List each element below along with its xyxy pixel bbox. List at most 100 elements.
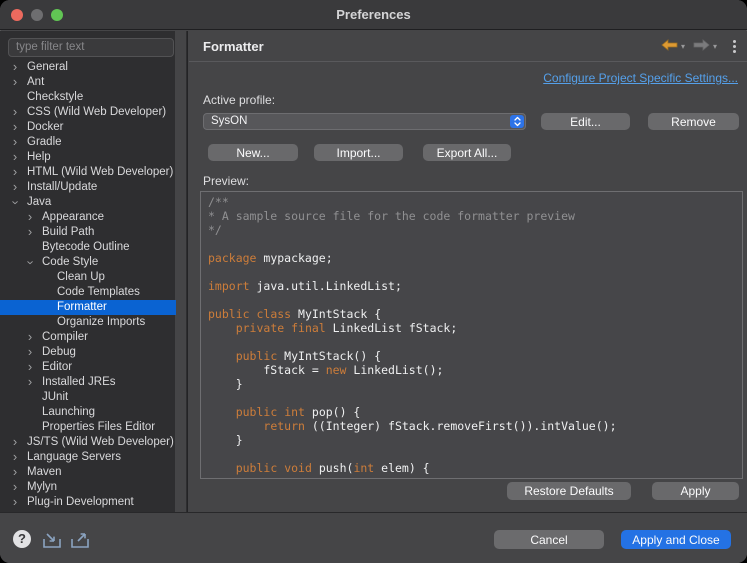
cancel-button[interactable]: Cancel xyxy=(494,530,604,549)
chevron-collapsed-icon[interactable]: › xyxy=(9,480,21,495)
chevron-collapsed-icon[interactable]: › xyxy=(9,60,21,75)
chevron-expanded-icon[interactable]: › xyxy=(23,257,39,269)
help-icon[interactable]: ? xyxy=(13,530,31,548)
sidebar-item-help[interactable]: › Help xyxy=(0,150,176,165)
active-profile-select[interactable]: SysON xyxy=(203,113,526,130)
code-line: public class MyIntStack { xyxy=(208,307,382,321)
active-profile-value: SysON xyxy=(211,115,248,127)
back-arrow-icon[interactable] xyxy=(661,38,678,56)
sidebar-item-docker[interactable]: › Docker xyxy=(0,120,176,135)
chevron-collapsed-icon[interactable]: › xyxy=(9,180,21,195)
apply-and-close-button[interactable]: Apply and Close xyxy=(621,530,731,549)
sidebar-item-clean-up[interactable]: Clean Up xyxy=(0,270,176,285)
sidebar-item-code-templates[interactable]: Code Templates xyxy=(0,285,176,300)
chevron-collapsed-icon[interactable]: › xyxy=(9,135,21,150)
sidebar-item-label: General xyxy=(27,61,68,73)
forward-arrow-icon[interactable] xyxy=(693,38,710,56)
sidebar-item-java[interactable]: › Java xyxy=(0,195,176,210)
chevron-collapsed-icon[interactable]: › xyxy=(24,345,36,360)
code-line: private final LinkedList fStack; xyxy=(235,321,458,335)
chevron-collapsed-icon[interactable]: › xyxy=(9,465,21,480)
code-line: fStack = new LinkedList(); xyxy=(208,363,444,377)
back-history-dropdown-icon[interactable]: ▾ xyxy=(681,42,685,51)
chevron-collapsed-icon[interactable]: › xyxy=(9,150,21,165)
chevron-expanded-icon[interactable]: › xyxy=(8,197,24,209)
sidebar-item-general[interactable]: › General xyxy=(0,60,176,75)
sidebar-item-organize-imports[interactable]: Organize Imports xyxy=(0,315,176,330)
sidebar-item-label: Gradle xyxy=(27,136,62,148)
sidebar-item-compiler[interactable]: › Compiler xyxy=(0,330,176,345)
export-preferences-icon[interactable] xyxy=(69,532,91,554)
chevron-collapsed-icon[interactable]: › xyxy=(24,360,36,375)
sidebar-item-label: Formatter xyxy=(57,301,107,313)
sidebar-scroll-gutter xyxy=(175,31,186,512)
sidebar-item-installed-jres[interactable]: › Installed JREs xyxy=(0,375,176,390)
sidebar-item-mylyn[interactable]: › Mylyn xyxy=(0,480,176,495)
configure-project-specific-settings-link[interactable]: Configure Project Specific Settings... xyxy=(543,71,738,85)
sidebar-item-checkstyle[interactable]: Checkstyle xyxy=(0,90,176,105)
sidebar-item-install-update[interactable]: › Install/Update xyxy=(0,180,176,195)
import-button[interactable]: Import... xyxy=(314,144,403,161)
import-preferences-icon[interactable] xyxy=(41,532,63,554)
sidebar-item-editor[interactable]: › Editor xyxy=(0,360,176,375)
export-all-button[interactable]: Export All... xyxy=(423,144,511,161)
chevron-collapsed-icon[interactable]: › xyxy=(9,75,21,90)
sidebar-item-launching[interactable]: Launching xyxy=(0,405,176,420)
sidebar-item-js-ts-wild-web-developer-[interactable]: › JS/TS (Wild Web Developer) xyxy=(0,435,176,450)
sidebar-item-label: Language Servers xyxy=(27,451,121,463)
chevron-collapsed-icon[interactable]: › xyxy=(9,165,21,180)
apply-button[interactable]: Apply xyxy=(652,482,739,500)
chevron-collapsed-icon[interactable]: › xyxy=(24,225,36,240)
preview-box: /** * A sample source file for the code f… xyxy=(200,191,743,479)
sidebar-item-label: Properties Files Editor xyxy=(42,421,156,433)
chevron-collapsed-icon[interactable]: › xyxy=(9,435,21,450)
sidebar-item-code-style[interactable]: › Code Style xyxy=(0,255,176,270)
sidebar-item-label: Organize Imports xyxy=(57,316,146,328)
sidebar-item-language-servers[interactable]: › Language Servers xyxy=(0,450,176,465)
edit-button[interactable]: Edit... xyxy=(541,113,630,130)
chevron-collapsed-icon[interactable]: › xyxy=(9,495,21,510)
sidebar-item-plug-in-development[interactable]: › Plug-in Development xyxy=(0,495,176,510)
chevron-collapsed-icon[interactable]: › xyxy=(9,105,21,120)
sidebar-item-label: Code Templates xyxy=(57,286,140,298)
sidebar-item-ant[interactable]: › Ant xyxy=(0,75,176,90)
preferences-window: Preferences › General › Ant Checkstyle › CSS (… xyxy=(0,0,747,563)
chevron-collapsed-icon[interactable]: › xyxy=(24,375,36,390)
sidebar-item-label: JS/TS (Wild Web Developer) xyxy=(27,436,174,448)
sidebar-item-label: CSS (Wild Web Developer) xyxy=(27,106,167,118)
code-line: public int pop() { xyxy=(235,405,361,419)
restore-defaults-button[interactable]: Restore Defaults xyxy=(507,482,631,500)
remove-button[interactable]: Remove xyxy=(648,113,739,130)
sidebar-item-properties-files-editor[interactable]: Properties Files Editor xyxy=(0,420,176,435)
active-profile-label: Active profile: xyxy=(203,93,276,107)
sidebar-item-bytecode-outline[interactable]: Bytecode Outline xyxy=(0,240,176,255)
sidebar-item-appearance[interactable]: › Appearance xyxy=(0,210,176,225)
sidebar-item-debug[interactable]: › Debug xyxy=(0,345,176,360)
sidebar-item-gradle[interactable]: › Gradle xyxy=(0,135,176,150)
sidebar-item-html-wild-web-developer-[interactable]: › HTML (Wild Web Developer) xyxy=(0,165,176,180)
sidebar: › General › Ant Checkstyle › CSS (Wild Web Dev… xyxy=(0,31,188,512)
sidebar-item-build-path[interactable]: › Build Path xyxy=(0,225,176,240)
new-button[interactable]: New... xyxy=(208,144,298,161)
code-line: import java.util.LinkedList; xyxy=(208,279,402,293)
filter-input[interactable] xyxy=(8,37,174,57)
preferences-tree: › General › Ant Checkstyle › CSS (Wild Web Dev… xyxy=(0,60,176,510)
sidebar-item-formatter[interactable]: Formatter xyxy=(0,300,176,315)
chevron-collapsed-icon[interactable]: › xyxy=(9,450,21,465)
chevron-collapsed-icon[interactable]: › xyxy=(24,210,36,225)
sidebar-item-label: Bytecode Outline xyxy=(42,241,130,253)
code-line: package mypackage; xyxy=(208,251,333,265)
sidebar-item-label: Editor xyxy=(42,361,73,373)
sidebar-item-junit[interactable]: JUnit xyxy=(0,390,176,405)
view-menu-icon[interactable] xyxy=(729,38,740,55)
preview-code: /** * A sample source file for the code f… xyxy=(201,192,742,478)
sidebar-item-label: Installed JREs xyxy=(42,376,116,388)
sidebar-item-maven[interactable]: › Maven xyxy=(0,465,176,480)
chevron-collapsed-icon[interactable]: › xyxy=(24,330,36,345)
forward-history-dropdown-icon[interactable]: ▾ xyxy=(713,42,717,51)
sidebar-item-css-wild-web-developer-[interactable]: › CSS (Wild Web Developer) xyxy=(0,105,176,120)
chevron-collapsed-icon[interactable]: › xyxy=(9,120,21,135)
sidebar-item-label: Plug-in Development xyxy=(27,496,134,508)
